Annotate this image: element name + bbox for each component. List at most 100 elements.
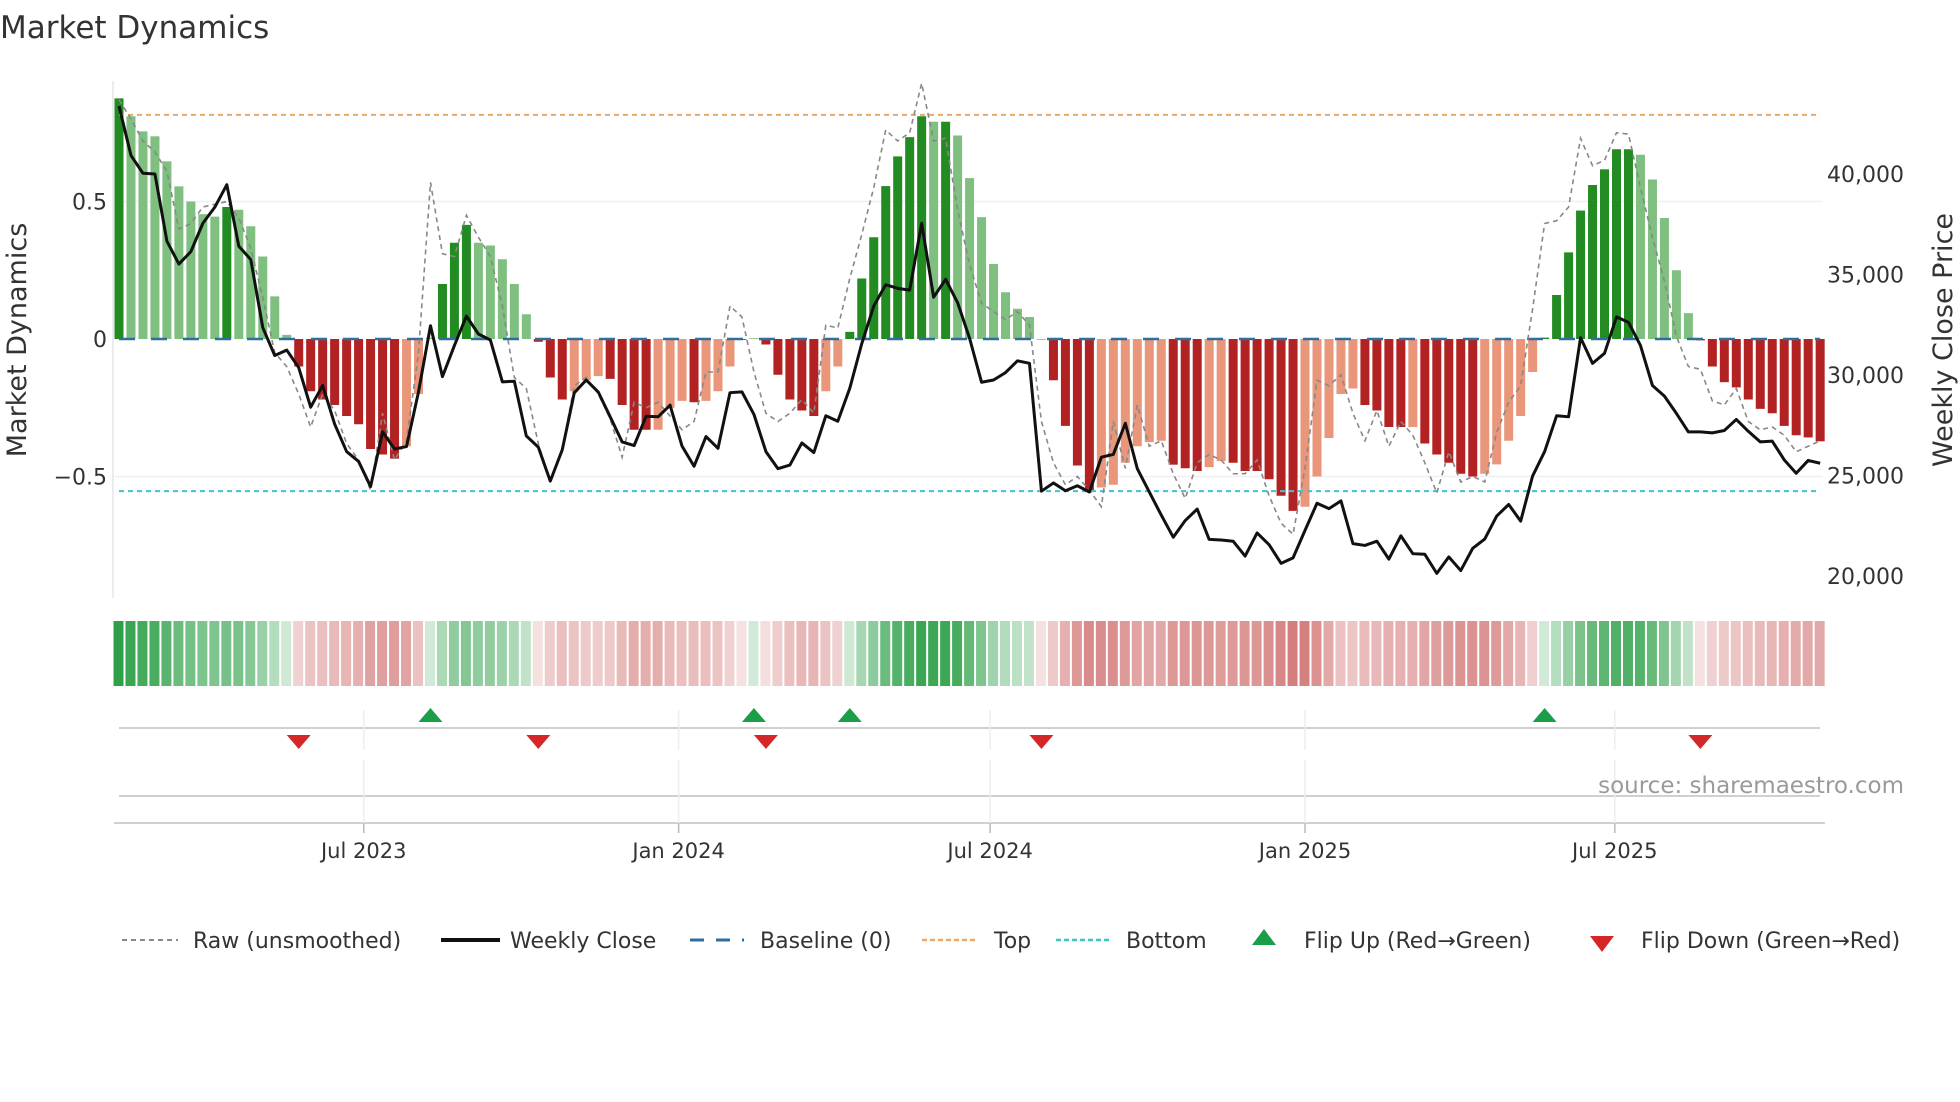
flip-down-marker (753, 735, 778, 749)
momentum-bar (1120, 339, 1130, 463)
momentum-bar (1612, 149, 1621, 339)
y-tick-label: −0.5 (54, 466, 107, 491)
momentum-bar (1288, 339, 1298, 511)
y-tick-label: 0 (93, 328, 107, 353)
y-axis-label: Market Dynamics (2, 223, 33, 458)
strip-cell (1539, 621, 1550, 686)
momentum-bar (1264, 339, 1274, 480)
strip-cell (1095, 621, 1106, 686)
momentum-bar (1084, 339, 1094, 491)
flip-down-icon (1590, 936, 1614, 952)
momentum-bar (1600, 169, 1610, 339)
y-tick-label: 0.5 (72, 191, 107, 216)
momentum-bar (1779, 339, 1789, 426)
legend: Raw (unsmoothed) Weekly Close Baseline (… (122, 929, 1900, 954)
strip-cell (1395, 621, 1406, 686)
strip-cell (401, 621, 412, 686)
momentum-bar (1156, 339, 1166, 441)
strip-cell (904, 621, 915, 686)
momentum-bar (1504, 339, 1514, 441)
flip-up-icon (1252, 929, 1276, 945)
strip-cell (1419, 621, 1430, 686)
momentum-bar (1192, 339, 1202, 471)
y2-tick-label: 35,000 (1827, 264, 1904, 289)
momentum-bar (186, 201, 196, 339)
strip-cell (1682, 621, 1693, 686)
momentum-bar (1456, 339, 1466, 474)
strip-cell (1455, 621, 1466, 686)
momentum-bar (1719, 339, 1729, 383)
strip-cell (269, 621, 280, 686)
momentum-bar (1791, 339, 1801, 436)
strip-cell (1718, 621, 1729, 686)
strip-cell (1035, 621, 1046, 686)
strip-cell (377, 621, 388, 686)
strip-cell (940, 621, 951, 686)
momentum-bar (689, 339, 699, 403)
momentum-bar (965, 178, 975, 339)
flip-down-marker (1688, 735, 1713, 749)
strip-cell (1155, 621, 1166, 686)
strip-cell (616, 621, 627, 686)
strip-cell (448, 621, 459, 686)
strip-cell (1047, 621, 1058, 686)
momentum-bar (1300, 339, 1310, 507)
momentum-bar (521, 314, 531, 339)
momentum-bar (1803, 339, 1813, 438)
momentum-bar (114, 98, 124, 339)
strip-cell (233, 621, 244, 686)
strip-cell (125, 621, 136, 686)
momentum-bar (833, 339, 843, 367)
strip-cell (436, 621, 447, 686)
strip-cell (221, 621, 232, 686)
legend-close-label: Weekly Close (510, 929, 656, 954)
momentum-bar (545, 339, 555, 378)
y2-ticks: 40,000 35,000 30,000 25,000 20,000 (1827, 163, 1904, 590)
momentum-bar (1372, 339, 1382, 411)
strip-cell (1299, 621, 1310, 686)
strip-cell (1706, 621, 1717, 686)
momentum-bar (881, 186, 891, 339)
flip-up-marker (741, 708, 766, 722)
strip-cell (1275, 621, 1286, 686)
strip-cell (640, 621, 651, 686)
momentum-bar (1468, 339, 1478, 477)
momentum-bar (1576, 210, 1586, 339)
strip-cell (1790, 621, 1801, 686)
strip-cell (317, 621, 328, 686)
strip-cell (1766, 621, 1777, 686)
strip-cell (556, 621, 567, 686)
momentum-bar (617, 339, 627, 405)
strip-cell (784, 621, 795, 686)
y2-axis-label: Weekly Close Price (1928, 213, 1959, 467)
strip-cell (484, 621, 495, 686)
momentum-bar (1588, 185, 1598, 339)
momentum-bar (989, 263, 999, 339)
strip-cell (1263, 621, 1274, 686)
momentum-bar (1144, 339, 1154, 443)
strip-cell (1814, 621, 1825, 686)
strip-cell (1694, 621, 1705, 686)
flip-down-marker (526, 735, 551, 749)
strip-cell (1467, 621, 1478, 686)
strip-cell (712, 621, 723, 686)
strip-cell (1802, 621, 1813, 686)
strip-cell (592, 621, 603, 686)
strip-cell (736, 621, 747, 686)
strip-cell (1012, 621, 1022, 686)
strip-cell (137, 621, 148, 686)
strip-cell (1335, 621, 1346, 686)
x-tick-label: Jan 2024 (630, 839, 725, 863)
flip-up-marker (1532, 708, 1557, 722)
momentum-bar (1324, 339, 1334, 438)
momentum-bar (1396, 339, 1406, 427)
strip-cell (185, 621, 196, 686)
momentum-bar (1635, 154, 1645, 339)
momentum-bar (1480, 339, 1490, 474)
strip-cell (149, 621, 160, 686)
strip-cell (580, 621, 591, 686)
strip-cell (424, 621, 435, 686)
momentum-bar (1240, 339, 1250, 471)
momentum-bar (473, 242, 483, 339)
momentum-bar (497, 259, 507, 339)
